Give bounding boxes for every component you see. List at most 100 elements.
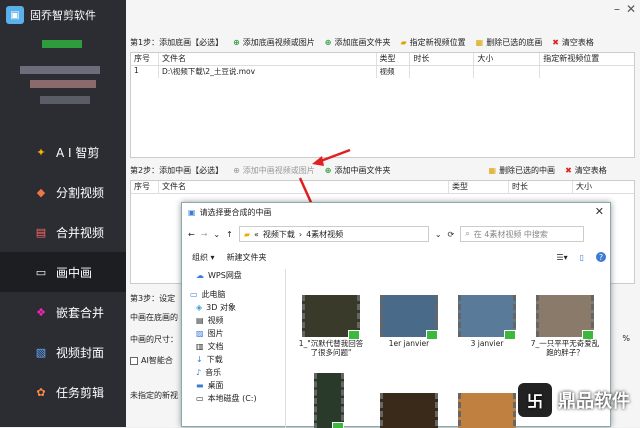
nav-label: 任务剪辑 xyxy=(56,385,105,400)
video-thumbnail[interactable] xyxy=(380,393,438,428)
cloud-icon: ☁ xyxy=(196,271,204,280)
delete-pip-button[interactable]: ▦ 删除已选的中画 xyxy=(489,165,556,176)
pip-icon: ▭ xyxy=(35,265,47,279)
nav-videos[interactable]: ▤ 视频 xyxy=(182,314,285,327)
add-base-video-button[interactable]: ⊕ 添加底画视频或图片 xyxy=(233,37,315,48)
button-label: 添加底画视频或图片 xyxy=(242,37,315,47)
music-icon: ♪ xyxy=(196,368,202,377)
nav-item-task[interactable]: ✿ 任务剪辑 xyxy=(0,372,126,412)
video-thumbnail[interactable] xyxy=(314,373,344,428)
video-thumbnail[interactable] xyxy=(380,295,438,340)
ai-merge-option[interactable]: AI智能合 xyxy=(130,355,173,366)
nav-item-cover[interactable]: ▧ 视频封面 xyxy=(0,332,126,372)
folder-icon: ▣ xyxy=(188,207,196,217)
nav-label: 嵌套合并 xyxy=(56,305,105,320)
nav-wps-cloud[interactable]: ☁ WPS网盘 xyxy=(182,269,285,282)
column-header: 时长 xyxy=(410,53,475,65)
view-options-icon[interactable]: ☰▾ xyxy=(556,253,567,262)
breadcrumb[interactable]: ▰ « 视频下载 › 4素材视频 xyxy=(238,226,429,242)
new-folder-button[interactable]: 新建文件夹 xyxy=(227,252,267,263)
chevron-right-icon: › xyxy=(298,229,303,239)
watermark-text: 鼎品软件 xyxy=(558,391,630,412)
nav-label: A I 智剪 xyxy=(56,145,100,160)
nav-item-nest[interactable]: ❖ 嵌套合并 xyxy=(0,292,126,332)
plus-icon: ⊕ xyxy=(233,165,240,175)
close-icon[interactable]: ✕ xyxy=(626,2,636,16)
button-label: 清空表格 xyxy=(574,165,607,175)
nav-item-merge[interactable]: ▤ 合并视频 xyxy=(0,212,126,252)
video-thumbnail[interactable] xyxy=(458,393,516,428)
close-icon[interactable]: ✕ xyxy=(595,205,604,218)
watermark-logo-icon: 卐 xyxy=(518,383,552,417)
search-placeholder: 在 4素材视频 中搜索 xyxy=(473,229,548,239)
file-name[interactable]: 3 janvier xyxy=(452,339,522,348)
clear-table2-button[interactable]: ✖ 清空表格 xyxy=(565,165,607,176)
nav-desktop[interactable]: ▬ 桌面 xyxy=(182,379,285,392)
breadcrumb-overflow[interactable]: « xyxy=(254,230,259,239)
step2-toolbar: 第2步：添加中画【必选】 ⊕ 添加中画视频或图片 ⊕ 添加中画文件夹 ▦ 删除已选的中… xyxy=(126,162,640,178)
download-icon: ↓ xyxy=(196,355,203,364)
app-title: 固乔智剪软件 xyxy=(30,9,96,22)
clear-table1-button[interactable]: ✖ 清空表格 xyxy=(552,37,594,48)
nav-label: 视频 xyxy=(207,316,224,325)
preview-pane-icon[interactable]: ▯ xyxy=(580,253,584,262)
cube-icon: ◈ xyxy=(196,303,203,312)
nav-downloads[interactable]: ↓ 下载 xyxy=(182,353,285,366)
plus-icon: ⊕ xyxy=(324,37,332,47)
nav-item-pip[interactable]: ▭ 画中画 xyxy=(0,252,126,292)
nav-label: 视频封面 xyxy=(56,345,105,360)
dialog-toolbar: 组织 ▾ 新建文件夹 ☰▾ ▯ ? xyxy=(182,249,612,265)
refresh-icon[interactable]: ⟳ xyxy=(448,230,455,239)
search-input[interactable]: ⌕ 在 4素材视频 中搜索 xyxy=(460,226,585,242)
file-name[interactable]: 1_"沉默代替我回答了很多问题" xyxy=(296,339,366,357)
disk-icon: ▭ xyxy=(196,394,204,403)
unspecified-output-label: 未指定的新视 xyxy=(130,391,178,400)
nav-documents[interactable]: ▥ 文档 xyxy=(182,340,285,353)
step2-label: 第2步：添加中画【必选】 xyxy=(130,165,224,175)
nav-item-split[interactable]: ◆ 分割视频 xyxy=(0,172,126,212)
video-icon: ▤ xyxy=(196,316,204,325)
nav-item-ai[interactable]: ✦ A I 智剪 xyxy=(0,132,126,172)
column-header: 类型 xyxy=(449,181,509,193)
add-pip-video-button[interactable]: ⊕ 添加中画视频或图片 xyxy=(233,165,315,176)
app-logo-icon: ▣ xyxy=(6,6,24,24)
minimize-icon[interactable]: – xyxy=(614,2,620,16)
add-pip-folder-button[interactable]: ⊕ 添加中画文件夹 xyxy=(325,165,391,176)
button-label: 删除已选的底画 xyxy=(486,37,543,47)
video-thumbnail[interactable] xyxy=(302,295,360,340)
folder-icon: ▰ xyxy=(243,229,250,239)
chevron-down-icon[interactable]: ⌄ xyxy=(435,230,442,239)
file-name[interactable]: 1er janvier xyxy=(374,339,444,348)
step3-position-label: 中画在底画的 xyxy=(130,313,178,322)
video-thumbnail[interactable] xyxy=(458,295,516,340)
up-icon[interactable]: ↑ xyxy=(226,230,233,239)
organize-menu[interactable]: 组织 ▾ xyxy=(192,252,215,263)
column-header: 序号 xyxy=(131,53,159,65)
checkbox-icon[interactable] xyxy=(130,356,138,365)
breadcrumb-item[interactable]: 4素材视频 xyxy=(306,229,343,240)
video-thumbnail[interactable] xyxy=(536,295,594,340)
delete-base-button[interactable]: ▦ 删除已选的底画 xyxy=(476,37,543,48)
document-icon: ▥ xyxy=(196,342,204,351)
blurred-user-badge xyxy=(42,40,82,48)
window-controls: – ✕ xyxy=(614,2,636,16)
button-label: 删除已选的中画 xyxy=(499,165,556,175)
base-file-table: 序号 文件名 类型 时长 大小 指定新视频位置 1 D:\视频下载\2_土豆说.… xyxy=(130,52,635,158)
add-base-folder-button[interactable]: ⊕ 添加底画文件夹 xyxy=(325,37,391,48)
nav-pictures[interactable]: ▨ 图片 xyxy=(182,327,285,340)
cell-filename: D:\视频下载\2_土豆说.mov xyxy=(159,66,377,78)
set-output-location-button[interactable]: ▰ 指定新视频位置 xyxy=(401,37,466,48)
nav-this-pc[interactable]: ▭ 此电脑 xyxy=(182,288,285,301)
forward-icon[interactable]: → xyxy=(201,230,208,239)
plus-icon: ⊕ xyxy=(233,37,240,47)
table-row[interactable]: 1 D:\视频下载\2_土豆说.mov 视频 xyxy=(131,66,634,78)
help-icon[interactable]: ? xyxy=(596,252,606,262)
chevron-down-icon[interactable]: ⌄ xyxy=(213,230,220,239)
nav-music[interactable]: ♪ 音乐 xyxy=(182,366,285,379)
nav-local-disk[interactable]: ▭ 本地磁盘 (C:) xyxy=(182,392,285,405)
file-name[interactable]: 7_一只平平无奇爱乱跑的胖子？ xyxy=(530,339,600,357)
nav-3d-objects[interactable]: ◈ 3D 对象 xyxy=(182,301,285,314)
breadcrumb-item[interactable]: 视频下载 xyxy=(263,229,295,240)
task-icon: ✿ xyxy=(36,385,46,399)
back-icon[interactable]: ← xyxy=(188,230,195,239)
